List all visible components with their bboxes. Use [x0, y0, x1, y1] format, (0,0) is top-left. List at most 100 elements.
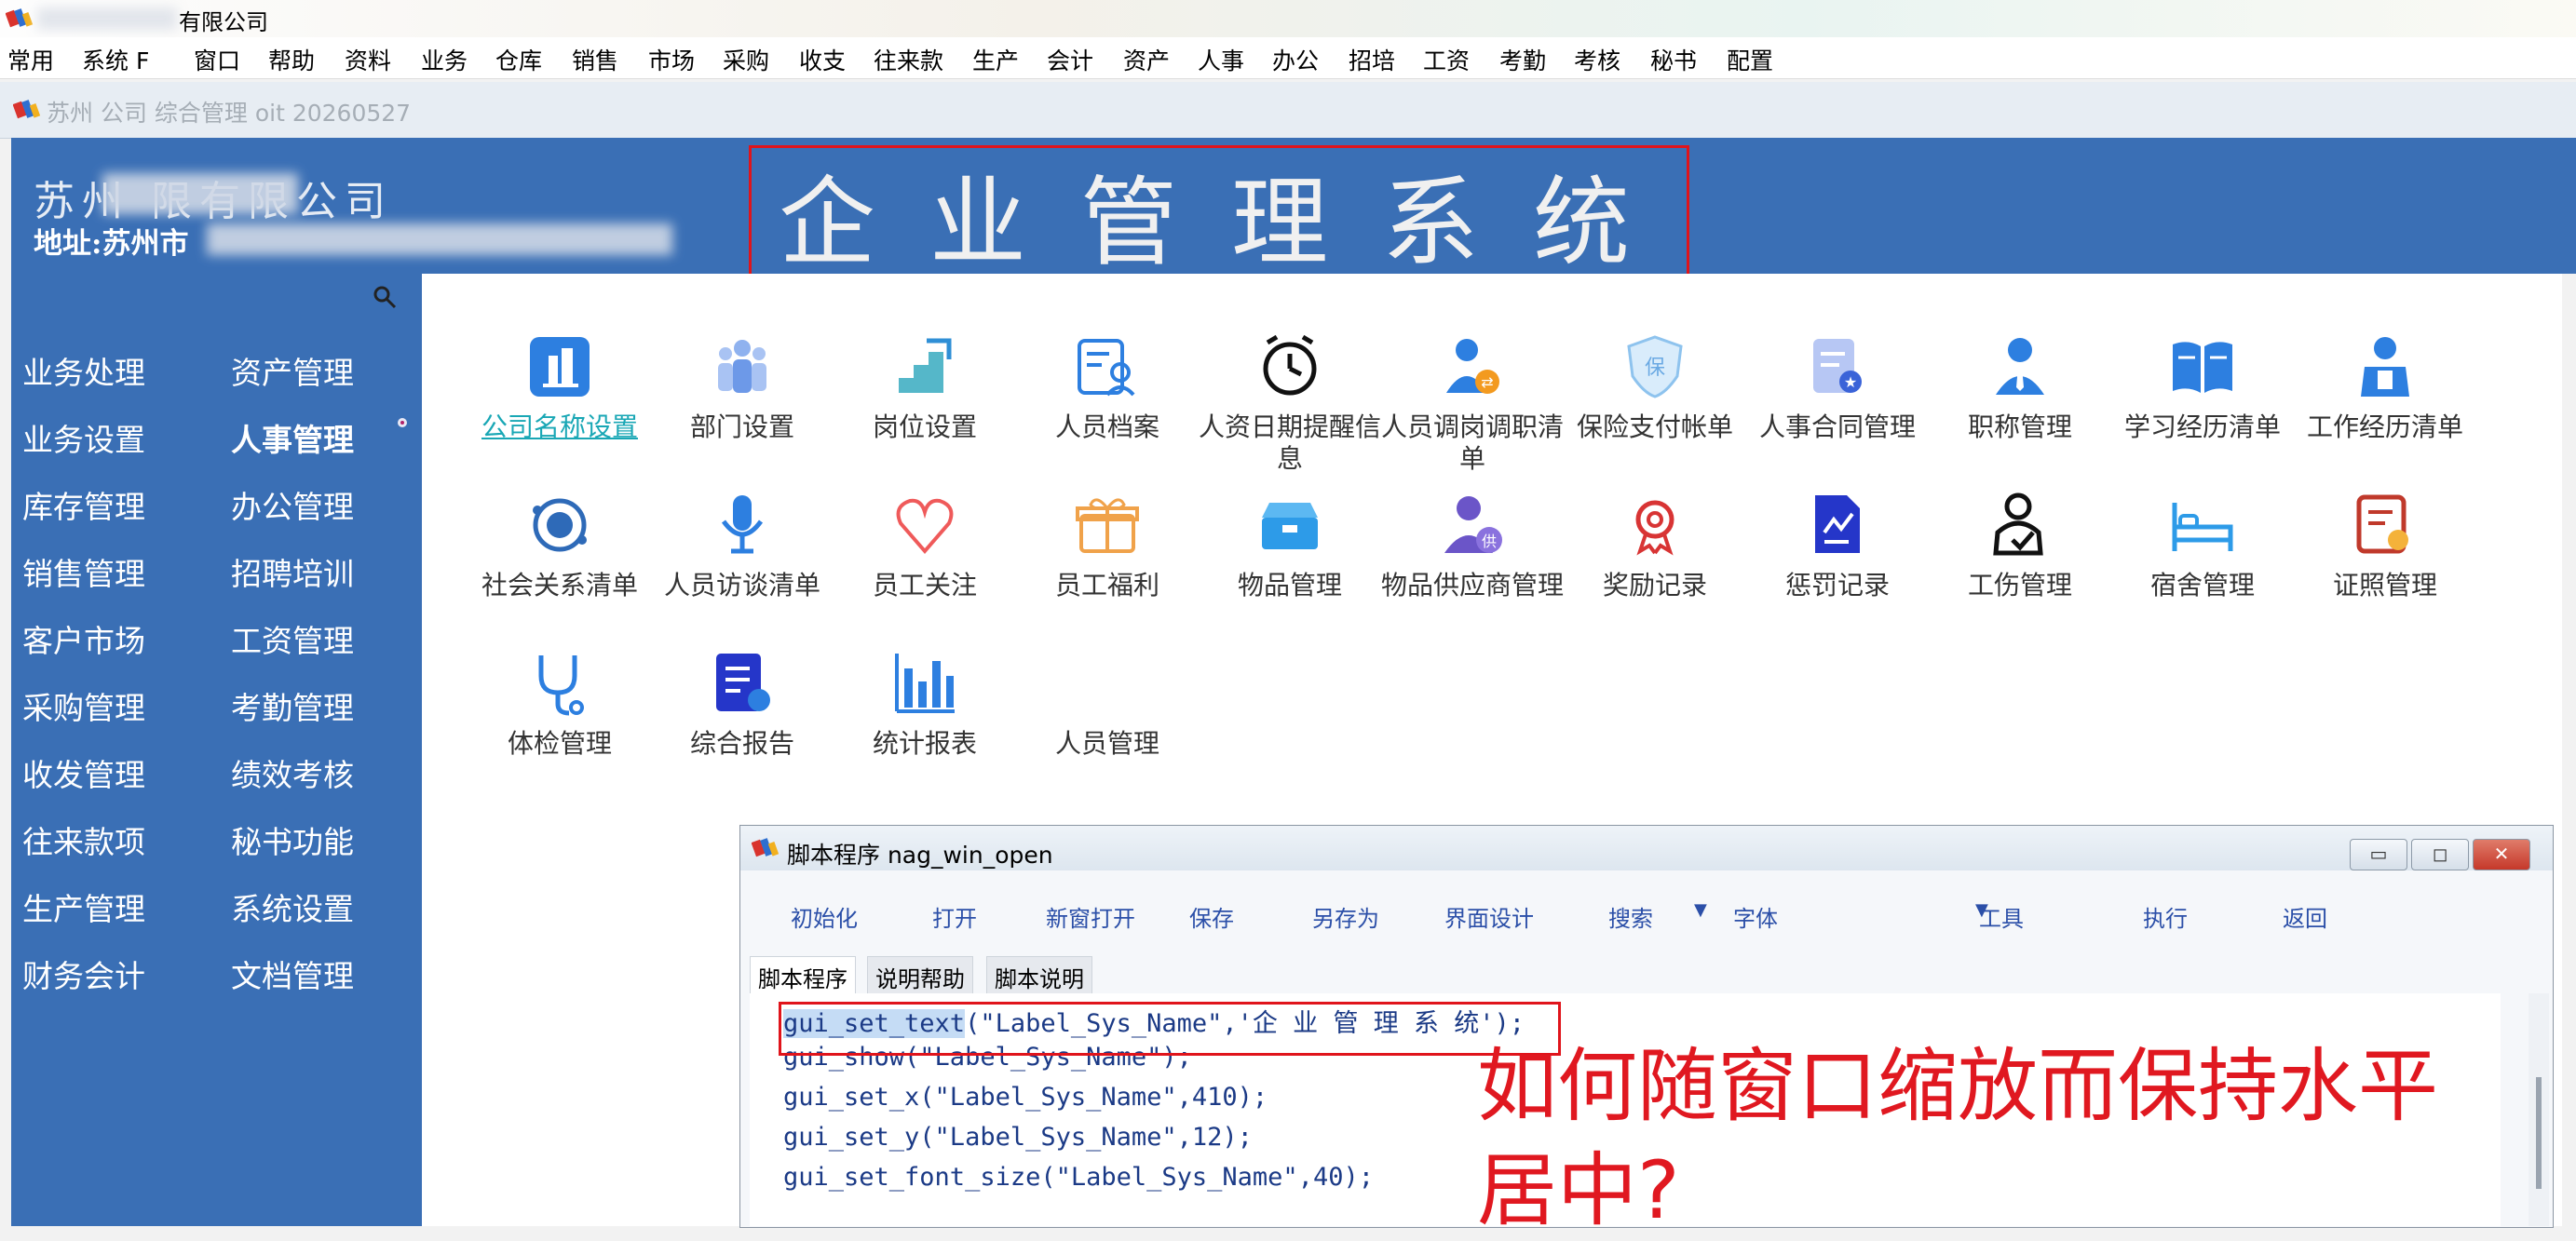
arrow-down-icon[interactable]: ▼	[1975, 900, 1988, 920]
module-book-icon[interactable]: 学习经历清单	[2111, 331, 2294, 443]
menu-item[interactable]: 招培	[1349, 43, 1395, 76]
module-label: 物品供应商管理	[1381, 570, 1565, 600]
code-scrollbar[interactable]	[2529, 993, 2549, 1226]
module-people-group-icon[interactable]: 部门设置	[651, 331, 834, 443]
sidebar-item[interactable]: 采购管理	[22, 683, 145, 728]
toolbar-button[interactable]: 另存为	[1312, 900, 1379, 933]
dialog-tab[interactable]: 脚本程序	[750, 956, 856, 998]
sidebar-item[interactable]: 文档管理	[231, 951, 354, 996]
toolbar-button[interactable]: 打开	[932, 900, 977, 933]
module-injury-icon[interactable]: 工伤管理	[1929, 490, 2111, 601]
module-worker-icon[interactable]: 工作经历清单	[2294, 331, 2476, 443]
stethoscope-icon	[538, 655, 584, 716]
menu-item[interactable]: 收支	[799, 43, 846, 76]
module-award-icon[interactable]: 奖励记录	[1564, 490, 1746, 601]
menu-item[interactable]: 资料	[345, 43, 391, 76]
company-address: 地址:苏州市	[34, 227, 189, 261]
module-person-tie-icon[interactable]: 职称管理	[1929, 331, 2111, 443]
menu-item[interactable]: 采购	[723, 43, 769, 76]
sidebar-item[interactable]: 生产管理	[22, 884, 145, 929]
dialog-tab[interactable]: 脚本说明	[986, 956, 1092, 998]
module-heart-icon[interactable]: 员工关注	[834, 490, 1016, 601]
module-network-icon[interactable]: 社会关系清单	[468, 490, 651, 601]
sidebar-item[interactable]: 收发管理	[22, 750, 145, 795]
menu-item[interactable]: 系统 F	[82, 43, 149, 76]
module-stairs-icon[interactable]: 岗位设置	[834, 331, 1016, 443]
module-none[interactable]: 人员管理	[1016, 648, 1199, 760]
menu-item[interactable]: 仓库	[495, 43, 542, 76]
module-label: 工作经历清单	[2306, 411, 2463, 442]
module-label: 社会关系清单	[481, 570, 638, 600]
sidebar-item[interactable]: 人事管理	[231, 415, 354, 460]
module-stethoscope-icon[interactable]: 体检管理	[468, 648, 651, 760]
menu-item[interactable]: 会计	[1047, 43, 1093, 76]
module-contract-icon[interactable]: ★ 人事合同管理	[1746, 331, 1929, 443]
sidebar-item[interactable]: 业务设置	[22, 415, 145, 460]
sidebar-item[interactable]: 系统设置	[231, 884, 354, 929]
toolbar-button[interactable]: 搜索	[1608, 900, 1653, 933]
module-label: 惩罚记录	[1784, 570, 1890, 600]
toolbar-button[interactable]: 保存	[1189, 900, 1234, 933]
module-penalty-doc-icon[interactable]: 惩罚记录	[1746, 490, 1929, 601]
sidebar-item[interactable]: 办公管理	[231, 482, 354, 527]
module-shield-icon[interactable]: 保保险支付帐单	[1564, 331, 1746, 443]
sidebar-item[interactable]: 工资管理	[231, 616, 354, 661]
module-building-icon[interactable]: 公司名称设置	[468, 331, 651, 443]
svg-text:⇄: ⇄	[1481, 373, 1493, 391]
toolbar-button[interactable]: 初始化	[791, 900, 858, 933]
toolbar-button[interactable]: 新窗打开	[1046, 900, 1135, 933]
module-report-icon[interactable]: 综合报告	[651, 648, 834, 760]
menu-item[interactable]: 人事	[1198, 43, 1244, 76]
menu-item[interactable]: 考核	[1574, 43, 1620, 76]
toolbar-button[interactable]: 界面设计	[1444, 900, 1534, 933]
sidebar-item[interactable]: 招聘培训	[231, 549, 354, 594]
dialog-tab[interactable]: 说明帮助	[867, 956, 973, 998]
module-person-file-icon[interactable]: 人员档案	[1016, 331, 1199, 443]
sidebar-item[interactable]: 业务处理	[22, 348, 145, 393]
sidebar-item[interactable]: 绩效考核	[231, 750, 354, 795]
module-certificate-icon[interactable]: 证照管理	[2294, 490, 2476, 601]
menu-item[interactable]: 帮助	[268, 43, 315, 76]
menu-item[interactable]: 往来款	[874, 43, 943, 76]
sidebar-item[interactable]: 客户市场	[22, 616, 145, 661]
module-alarm-clock-icon[interactable]: 人资日期提醒信息	[1199, 331, 1381, 475]
menu-item[interactable]: 配置	[1727, 43, 1773, 76]
arrow-down-icon[interactable]: ▼	[1694, 900, 1707, 920]
network-icon	[533, 498, 587, 552]
sidebar-item[interactable]: 财务会计	[22, 951, 145, 996]
expand-dot-icon[interactable]	[395, 415, 410, 430]
menu-item[interactable]: 窗口	[194, 43, 240, 76]
toolbar-button[interactable]: 返回	[2283, 900, 2327, 933]
close-button[interactable]: ✕	[2473, 839, 2530, 870]
module-person-transfer-icon[interactable]: ⇄ 人员调岗调职清单	[1381, 331, 1564, 475]
menu-item[interactable]: 销售	[572, 43, 618, 76]
module-gift-icon[interactable]: 员工福利	[1016, 490, 1199, 601]
menu-item[interactable]: 市场	[648, 43, 695, 76]
sidebar-item[interactable]: 销售管理	[22, 549, 145, 594]
module-bed-icon[interactable]: 宿舍管理	[2111, 490, 2294, 601]
sidebar-item[interactable]: 考勤管理	[231, 683, 354, 728]
menu-item[interactable]: 工资	[1423, 43, 1470, 76]
sidebar-item[interactable]: 往来款项	[22, 817, 145, 862]
pin-icon[interactable]	[371, 283, 399, 311]
sidebar-item[interactable]: 资产管理	[231, 348, 354, 393]
menu-item[interactable]: 生产	[972, 43, 1019, 76]
menu-item[interactable]: 办公	[1272, 43, 1319, 76]
menu-item[interactable]: 资产	[1123, 43, 1170, 76]
menu-item[interactable]: 秘书	[1650, 43, 1697, 76]
menu-item[interactable]: 考勤	[1499, 43, 1546, 76]
code-line: gui_set_y("Label_Sys_Name",12);	[783, 1123, 1253, 1152]
module-microphone-icon[interactable]: 人员访谈清单	[651, 490, 834, 601]
book-icon	[2173, 342, 2232, 393]
menu-item[interactable]: 业务	[421, 43, 468, 76]
module-box-icon[interactable]: 物品管理	[1199, 490, 1381, 601]
toolbar-button[interactable]: 执行	[2143, 900, 2188, 933]
module-bar-chart-icon[interactable]: 统计报表	[834, 648, 1016, 760]
minimize-button[interactable]: ▭	[2350, 839, 2407, 870]
module-supplier-icon[interactable]: 供物品供应商管理	[1381, 490, 1564, 601]
menu-item[interactable]: 常用	[7, 43, 54, 76]
sidebar-item[interactable]: 库存管理	[22, 482, 145, 527]
maximize-button[interactable]: ◻	[2411, 839, 2469, 870]
toolbar-button[interactable]: 字体	[1733, 900, 1778, 933]
sidebar-item[interactable]: 秘书功能	[231, 817, 354, 862]
